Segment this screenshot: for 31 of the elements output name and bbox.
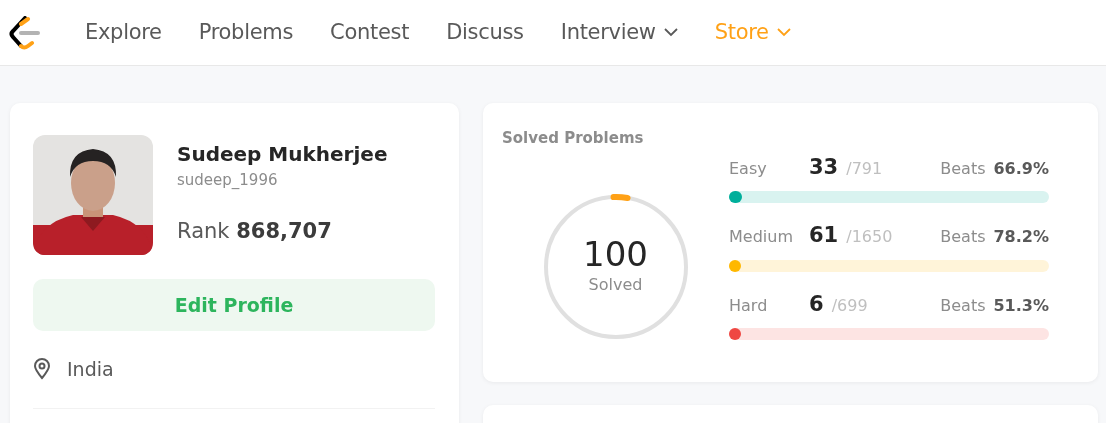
beats-value: 78.2% [993,226,1049,248]
user-name: Sudeep Mukherjee [177,141,388,168]
beats-value: 51.3% [993,294,1049,317]
total-count: /791 [846,157,883,180]
location-icon [33,358,51,381]
difficulty-label: Easy [729,157,768,180]
card-title: Solved Problems [502,128,645,149]
nav-link[interactable]: Contest [330,16,410,49]
solved-count: 6 [809,290,824,318]
total-count: /1650 [846,226,893,248]
difficulty-label: Hard [729,294,769,317]
solved-label: Solved [588,274,643,297]
total-count: /699 [831,294,868,317]
difficulty-label: Medium [729,226,794,248]
nav-link[interactable]: Interview [560,16,678,49]
nav-link[interactable]: Explore [85,16,162,49]
nav-link[interactable]: Discuss [446,16,524,49]
rank-text: Rank 868,707 [177,217,333,245]
solved-count: 33 [809,153,839,181]
beats-label: Beats [940,157,986,180]
chevron-down-icon [776,28,791,37]
solved-count: 100 [583,235,648,274]
beats-value: 66.9% [993,157,1049,180]
chevron-down-icon [663,28,678,37]
nav-link[interactable]: Problems [198,16,294,49]
username: sudeep_1996 [177,170,279,191]
solved-count: 61 [809,222,839,249]
location-text: India [67,357,114,382]
logo-icon[interactable] [8,15,40,50]
beats-label: Beats [940,226,986,248]
beats-label: Beats [940,294,986,317]
